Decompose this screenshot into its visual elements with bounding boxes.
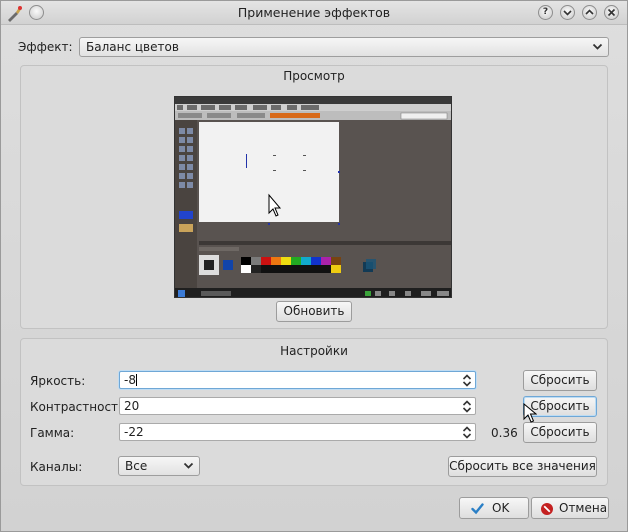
effect-select-value: Баланс цветов (86, 40, 179, 54)
minimize-button[interactable] (560, 5, 575, 20)
refresh-button[interactable]: Обновить (276, 301, 352, 322)
gamma-value: -22 (124, 425, 144, 439)
spin-arrows-icon[interactable] (462, 374, 472, 387)
chevron-down-icon (183, 462, 194, 469)
reset-gamma-label: Сбросить (530, 425, 590, 439)
mouse-cursor (523, 403, 537, 423)
chevron-down-icon (592, 43, 603, 50)
effects-dialog: Применение эффектов ? Эффект: Баланс цве… (0, 0, 628, 532)
maximize-button[interactable] (582, 5, 597, 20)
settings-title: Настройки (280, 344, 348, 358)
minimize-icon (563, 10, 572, 16)
close-icon (607, 8, 616, 17)
title-bar[interactable]: Применение эффектов ? (1, 1, 627, 25)
ok-label: OK (492, 501, 510, 515)
gamma-spinbox[interactable]: -22 (119, 423, 476, 441)
cancel-label: Отмена (559, 501, 608, 515)
checkmark-icon (471, 503, 484, 515)
spin-arrows-icon[interactable] (462, 426, 472, 439)
cancel-icon (541, 503, 553, 515)
contrast-value: 20 (124, 399, 140, 413)
effect-label: Эффект: (18, 40, 73, 54)
channels-label: Каналы: (30, 460, 83, 474)
cancel-button[interactable]: Отмена (531, 497, 609, 519)
reset-gamma-button[interactable]: Сбросить (523, 422, 597, 443)
reset-brightness-label: Сбросить (530, 373, 590, 387)
reset-all-label: Сбросить все значения (449, 459, 596, 473)
reset-all-button[interactable]: Сбросить все значения (448, 456, 597, 477)
preview-screenshot (175, 97, 451, 297)
gamma-label: Гамма: (30, 426, 75, 440)
help-icon: ? (542, 7, 549, 17)
contrast-spinbox[interactable]: 20 (119, 397, 476, 415)
channels-select[interactable]: Все (118, 456, 200, 476)
effect-select[interactable]: Баланс цветов (79, 37, 609, 57)
reset-brightness-button[interactable]: Сбросить (523, 370, 597, 391)
reset-contrast-label: Сбросить (530, 399, 590, 413)
preview-image (174, 96, 452, 298)
refresh-button-label: Обновить (283, 304, 345, 318)
ok-button[interactable]: OK (459, 497, 529, 519)
spin-arrows-icon[interactable] (462, 400, 472, 413)
channels-select-value: Все (125, 459, 148, 473)
maximize-icon (585, 9, 594, 15)
brightness-value: -8 (124, 373, 136, 387)
contrast-label: Контрастность: (30, 400, 130, 414)
text-caret (135, 374, 137, 386)
help-button[interactable]: ? (538, 5, 553, 20)
preview-title: Просмотр (283, 69, 345, 83)
brightness-spinbox[interactable]: -8 (119, 371, 476, 389)
close-button[interactable] (604, 5, 619, 20)
window-title: Применение эффектов (237, 5, 391, 20)
brightness-label: Яркость: (30, 374, 86, 388)
gamma-readout: 0.36 (491, 426, 518, 440)
